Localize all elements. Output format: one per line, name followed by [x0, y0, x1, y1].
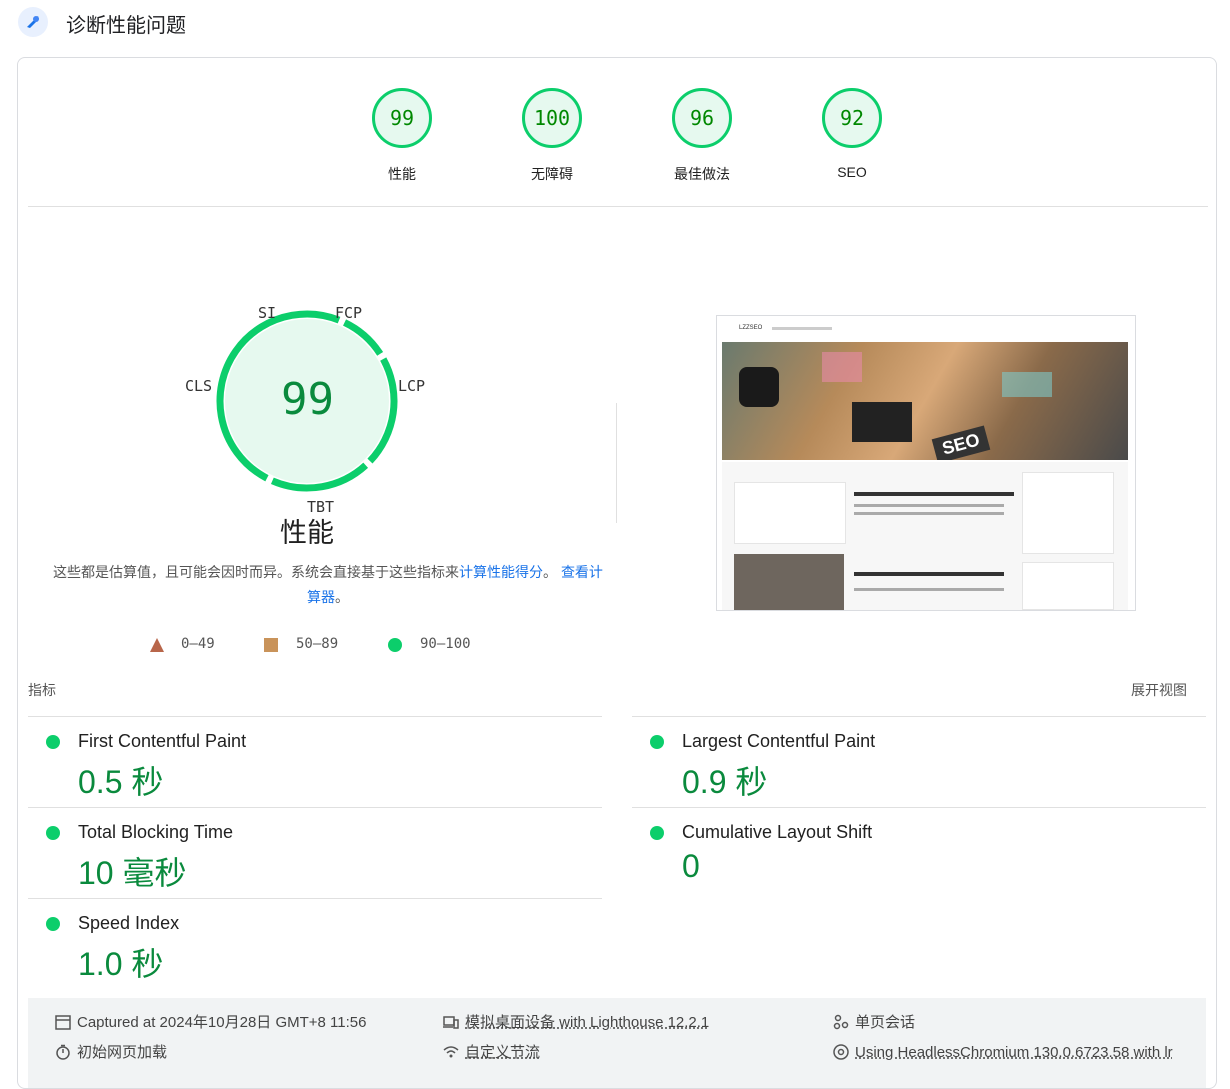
- divider: [616, 403, 617, 523]
- session-icon: [833, 1014, 849, 1030]
- screenshot-content: [722, 462, 1128, 610]
- pass-circle-icon: [46, 917, 60, 931]
- calendar-icon: [55, 1015, 71, 1030]
- captured-at: Captured at 2024年10月28日 GMT+8 11:56: [55, 1013, 366, 1033]
- metric-value: 0.5 秒: [78, 764, 164, 800]
- legend-pass: 90–100: [420, 636, 471, 652]
- pass-circle-icon: [388, 638, 402, 652]
- gauge-best-practices[interactable]: 96 最佳做法: [647, 88, 757, 184]
- tag-cls: CLS: [185, 377, 213, 395]
- metric-title: Largest Contentful Paint: [682, 731, 876, 751]
- tag-si: SI: [258, 304, 277, 322]
- metric-title: Cumulative Layout Shift: [682, 822, 873, 842]
- metric-cls: Cumulative Layout Shift 0: [632, 807, 1206, 898]
- emulated-device[interactable]: 模拟桌面设备 with Lighthouse 12.2.1: [443, 1013, 709, 1033]
- metric-value: 1.0 秒: [78, 946, 164, 982]
- pass-circle-icon: [46, 735, 60, 749]
- gauge-performance[interactable]: 99 性能: [347, 88, 457, 184]
- tag-lcp: LCP: [398, 377, 426, 395]
- gauge-accessibility[interactable]: 100 无障碍: [497, 88, 607, 184]
- seo-badge: SEO: [931, 425, 991, 460]
- fail-triangle-icon: [150, 638, 164, 652]
- gauge-score: 99: [372, 88, 432, 148]
- throttling[interactable]: 自定义节流: [443, 1043, 540, 1063]
- chrome-icon: [833, 1044, 849, 1060]
- metric-tbt: Total Blocking Time 10 毫秒: [28, 807, 602, 898]
- gauge-label: 性能: [388, 166, 416, 182]
- tag-fcp: FCP: [335, 304, 363, 322]
- performance-score: 99: [281, 374, 334, 425]
- pass-circle-icon: [46, 826, 60, 840]
- gauge-score: 96: [672, 88, 732, 148]
- metrics-heading: 指标: [28, 682, 56, 698]
- metric-title: Speed Index: [78, 913, 180, 933]
- calc-score-link[interactable]: 计算性能得分: [459, 564, 543, 580]
- metric-value: 0: [682, 848, 700, 884]
- gauge-score: 92: [822, 88, 882, 148]
- legend-average: 50–89: [296, 636, 339, 652]
- report-card: 99 性能 100 无障碍 96 最佳做法 92 SEO SI FCP LCP …: [17, 57, 1217, 1089]
- gauge-label: SEO: [837, 164, 867, 180]
- runtime-settings: Captured at 2024年10月28日 GMT+8 11:56 初始网页…: [28, 998, 1206, 1088]
- screenshot-nav: LZZSEO: [717, 316, 1135, 340]
- performance-label: 性能: [280, 518, 334, 548]
- score-legend: 0–49 50–89 90–100: [148, 636, 548, 656]
- lighthouse-logo-icon: [18, 7, 48, 37]
- expand-view-toggle[interactable]: 展开视图: [1131, 680, 1187, 700]
- page-header: 诊断性能问题: [0, 0, 1230, 48]
- average-square-icon: [264, 638, 278, 652]
- legend-fail: 0–49: [181, 636, 215, 652]
- gauge-seo[interactable]: 92 SEO: [797, 88, 907, 180]
- initial-load: 初始网页加载: [55, 1043, 167, 1063]
- metric-value: 0.9 秒: [682, 764, 768, 800]
- gauge-label: 无障碍: [531, 166, 573, 182]
- wifi-icon: [443, 1046, 459, 1058]
- category-gauges: 99 性能 100 无障碍 96 最佳做法 92 SEO: [28, 58, 1208, 207]
- metric-value: 10 毫秒: [78, 855, 187, 891]
- brain-icon: [739, 367, 779, 407]
- page-title: 诊断性能问题: [66, 15, 186, 37]
- timer-icon: [56, 1044, 70, 1060]
- pass-circle-icon: [650, 826, 664, 840]
- metric-fcp: First Contentful Paint 0.5 秒: [28, 716, 602, 807]
- browser-version[interactable]: Using HeadlessChromium 130.0.6723.58 wit…: [833, 1043, 1173, 1063]
- devices-icon: [443, 1016, 459, 1029]
- metric-title: Total Blocking Time: [78, 822, 234, 842]
- metric-si: Speed Index 1.0 秒: [28, 898, 602, 989]
- performance-description: 这些都是估算值，且可能会因时而异。系统会直接基于这些指标来计算性能得分。 查看计…: [53, 564, 603, 605]
- screenshot-hero-image: SEO: [722, 342, 1128, 460]
- pass-circle-icon: [650, 735, 664, 749]
- gauge-score: 100: [522, 88, 582, 148]
- single-page-session: 单页会话: [833, 1013, 915, 1033]
- metric-lcp: Largest Contentful Paint 0.9 秒: [632, 716, 1206, 807]
- metric-title: First Contentful Paint: [78, 731, 247, 751]
- final-screenshot[interactable]: LZZSEO SEO: [716, 315, 1136, 611]
- gauge-label: 最佳做法: [674, 166, 730, 182]
